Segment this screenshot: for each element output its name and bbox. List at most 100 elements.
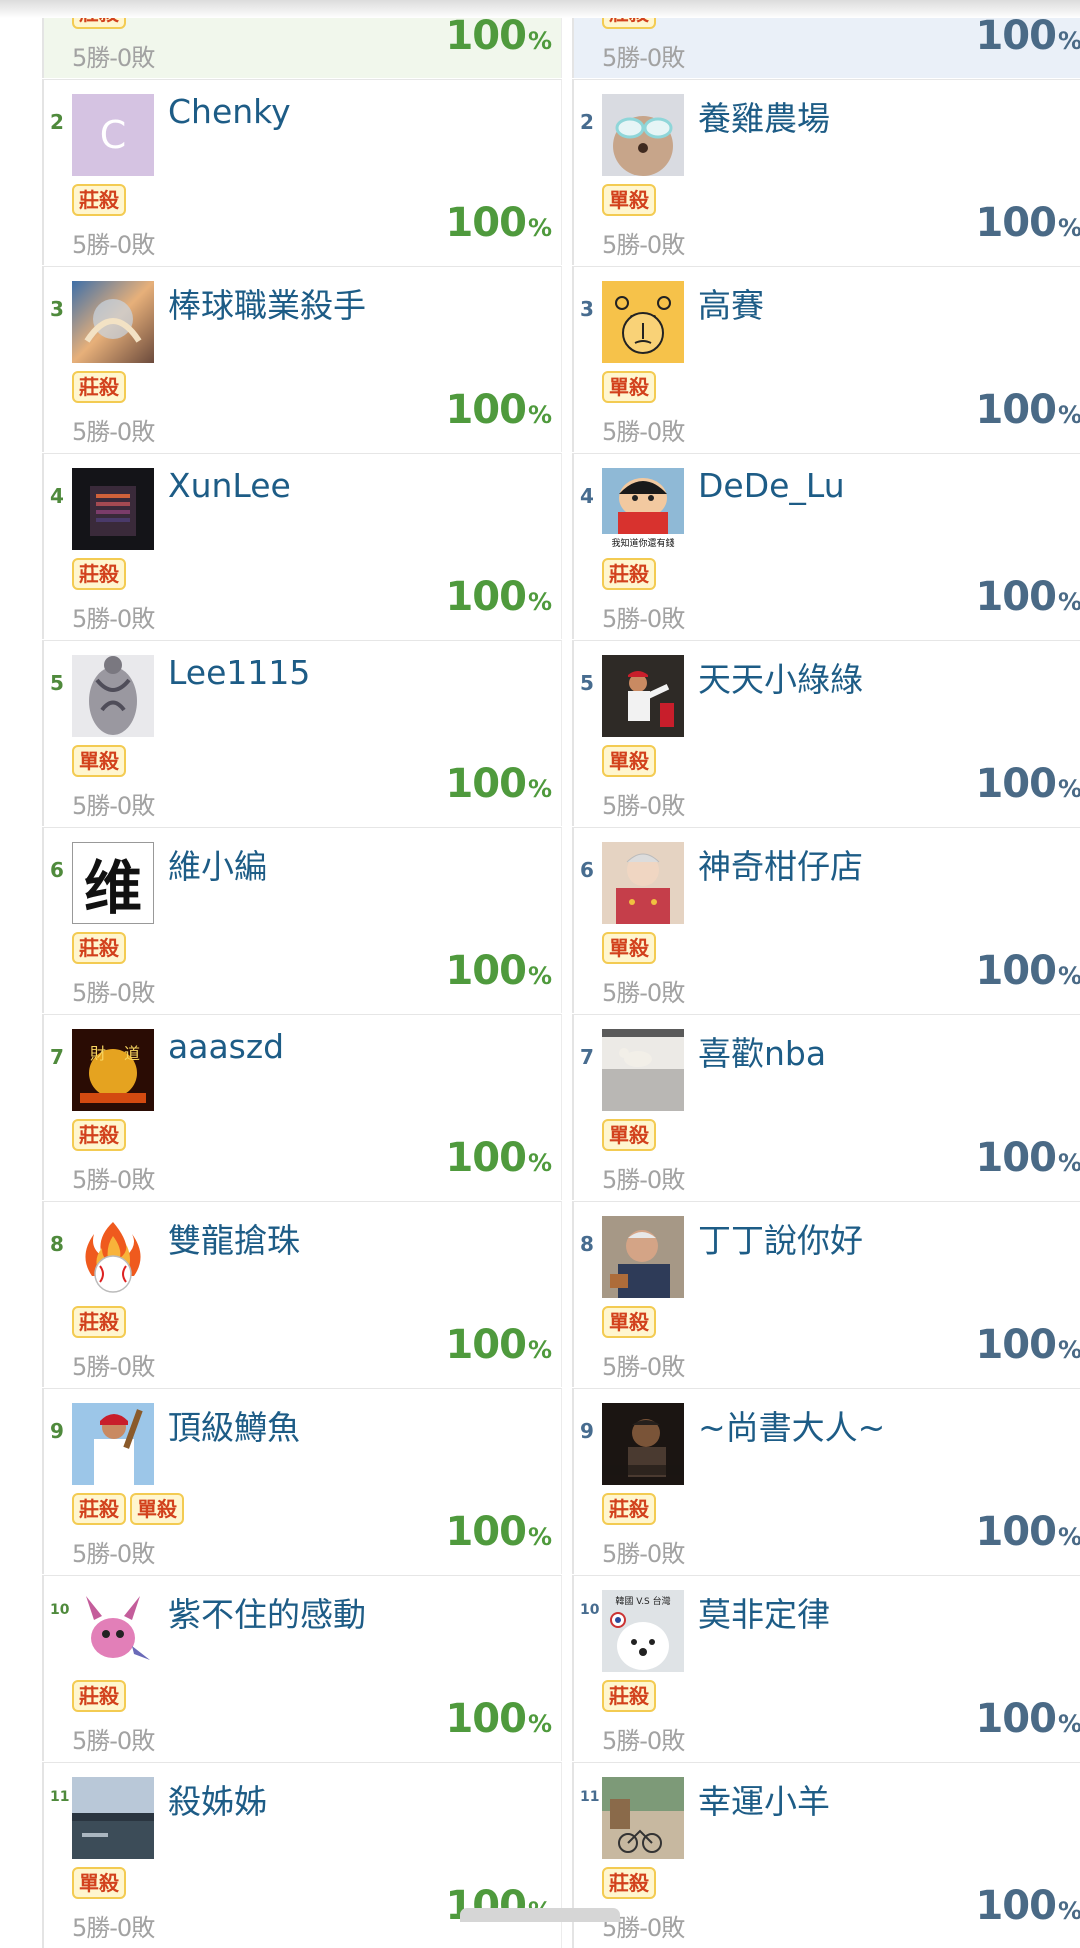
player-name[interactable]: 頂級鱒魚 xyxy=(168,1401,300,1449)
win-rate: 100% xyxy=(975,1883,1080,1929)
rank-number: 2 xyxy=(50,110,64,134)
samoyed-avatar[interactable]: 韓國 V.S 台灣 xyxy=(602,1590,684,1672)
win-rate-value: 100 xyxy=(975,387,1056,433)
win-rate-value: 100 xyxy=(445,200,526,246)
kill-type-badge: 莊殺 xyxy=(602,1493,656,1525)
win-loss-record: 5勝-0敗 xyxy=(72,1353,155,1381)
win-rate-value: 100 xyxy=(445,574,526,620)
player-name[interactable]: 棒球職業殺手 xyxy=(168,279,366,327)
kill-type-badge: 莊殺 xyxy=(72,1493,126,1525)
svg-text:道: 道 xyxy=(124,1044,140,1063)
leaderboard-entry[interactable]: 5 天天小綠綠 單殺 5勝-0敗 100% xyxy=(572,640,1080,826)
win-loss-record: 5勝-0敗 xyxy=(72,1727,155,1755)
leaderboard-entry[interactable]: 9 頂級鱒魚 莊殺 單殺 5勝-0敗 100% xyxy=(42,1388,562,1574)
player-name[interactable]: 殺姊姊 xyxy=(168,1775,267,1823)
leaderboard-entry[interactable]: 8 丁丁說你好 單殺 5勝-0敗 100% xyxy=(572,1201,1080,1387)
win-loss-record: 5勝-0敗 xyxy=(602,418,685,446)
win-rate-value: 100 xyxy=(445,1509,526,1555)
win-loss-record: 5勝-0敗 xyxy=(72,44,155,72)
tattoo-avatar[interactable] xyxy=(72,655,154,737)
player-name[interactable]: aaaszd xyxy=(168,1027,284,1066)
dragon-avatar[interactable] xyxy=(72,281,154,363)
player-name[interactable]: 養雞農場 xyxy=(698,92,830,140)
dark-building-avatar[interactable] xyxy=(72,468,154,550)
street-bike-avatar[interactable] xyxy=(602,1777,684,1859)
player-name[interactable]: DeDe_Lu xyxy=(698,466,845,505)
svg-text:韓國 V.S 台灣: 韓國 V.S 台灣 xyxy=(615,1595,670,1607)
rank-number: 6 xyxy=(50,858,64,882)
percent-sign: % xyxy=(527,775,552,803)
percent-sign: % xyxy=(1057,588,1080,616)
percent-sign: % xyxy=(1057,775,1080,803)
player-name[interactable]: 維小編 xyxy=(168,840,267,888)
calligraphy-avatar[interactable]: 维 xyxy=(72,842,154,924)
pink-creature-avatar[interactable] xyxy=(72,1590,154,1672)
pitcher-avatar[interactable] xyxy=(602,655,684,737)
leaderboard-entry[interactable]: 3 高賽 單殺 5勝-0敗 100% xyxy=(572,266,1080,452)
leaderboard-entry[interactable]: 2 養雞農場 單殺 5勝-0敗 100% xyxy=(572,79,1080,265)
win-loss-record: 5勝-0敗 xyxy=(602,1166,685,1194)
win-rate: 100% xyxy=(975,574,1080,620)
win-loss-record: 5勝-0敗 xyxy=(602,231,685,259)
win-loss-record: 5勝-0敗 xyxy=(602,44,685,72)
leaderboard-entry[interactable]: 6 神奇柑仔店 單殺 5勝-0敗 100% xyxy=(572,827,1080,1013)
win-loss-record: 5勝-0敗 xyxy=(602,1353,685,1381)
player-name[interactable]: Lee1115 xyxy=(168,653,310,692)
leaderboard-entry[interactable]: 3 棒球職業殺手 莊殺 5勝-0敗 100% xyxy=(42,266,562,452)
home-indicator xyxy=(460,1908,620,1922)
rank-number: 4 xyxy=(580,484,594,508)
win-rate-value: 100 xyxy=(975,1696,1056,1742)
player-name[interactable]: 雙龍搶珠 xyxy=(168,1214,300,1262)
player-name[interactable]: 莫非定律 xyxy=(698,1588,830,1636)
leaderboard-entry[interactable]: 11 幸運小羊 莊殺 5勝-0敗 100% xyxy=(572,1762,1080,1948)
flaming-baseball-icon[interactable] xyxy=(72,1216,154,1298)
movie-still-avatar[interactable] xyxy=(602,1403,684,1485)
win-rate-value: 100 xyxy=(445,1135,526,1181)
kill-type-badge: 莊殺 xyxy=(72,1680,126,1712)
percent-sign: % xyxy=(1057,401,1080,429)
leaderboard-entry[interactable]: 9 ~尚書大人~ 莊殺 5勝-0敗 100% xyxy=(572,1388,1080,1574)
player-name[interactable]: 丁丁說你好 xyxy=(698,1214,863,1262)
bear-face-avatar[interactable] xyxy=(602,281,684,363)
leaderboard-entry[interactable]: 2 C Chenky 莊殺 5勝-0敗 100% xyxy=(42,79,562,265)
fortune-avatar[interactable]: 財道 xyxy=(72,1029,154,1111)
leaderboard-entry[interactable]: 4 XunLee 莊殺 5勝-0敗 100% xyxy=(42,453,562,639)
baseball-player-avatar[interactable] xyxy=(72,1403,154,1485)
old-man-avatar[interactable] xyxy=(602,1216,684,1298)
dog-sunglasses-avatar[interactable] xyxy=(602,94,684,176)
dog-floor-avatar[interactable] xyxy=(602,1029,684,1111)
leaderboard-entry[interactable]: 5 Lee1115 單殺 5勝-0敗 100% xyxy=(42,640,562,826)
percent-sign: % xyxy=(527,214,552,242)
player-name[interactable]: 幸運小羊 xyxy=(698,1775,830,1823)
leaderboard-entry[interactable]: 7 喜歡nba 單殺 5勝-0敗 100% xyxy=(572,1014,1080,1200)
letter-c-avatar[interactable]: C xyxy=(72,94,154,176)
player-name[interactable]: Chenky xyxy=(168,92,291,131)
badge-group: 單殺 xyxy=(72,1867,126,1899)
lake-avatar[interactable] xyxy=(72,1777,154,1859)
player-name[interactable]: 天天小綠綠 xyxy=(698,653,863,701)
percent-sign: % xyxy=(527,1710,552,1738)
badge-group: 單殺 xyxy=(72,745,126,777)
player-name[interactable]: 紫不住的感動 xyxy=(168,1588,366,1636)
player-name[interactable]: 神奇柑仔店 xyxy=(698,840,863,888)
leaderboard-entry[interactable]: 7 財道 aaaszd 莊殺 5勝-0敗 100% xyxy=(42,1014,562,1200)
rank-number: 2 xyxy=(580,110,594,134)
player-name[interactable]: 高賽 xyxy=(698,279,764,327)
leaderboard-entry[interactable]: 8 雙龍搶珠 莊殺 5勝-0敗 100% xyxy=(42,1201,562,1387)
leaderboard-entry[interactable]: 10 韓國 V.S 台灣 莫非定律 莊殺 5勝-0敗 100% xyxy=(572,1575,1080,1761)
svg-text:我知道你還有錢: 我知道你還有錢 xyxy=(611,537,674,549)
player-name[interactable]: ~尚書大人~ xyxy=(698,1401,885,1449)
player-name[interactable]: XunLee xyxy=(168,466,291,505)
win-loss-record: 5勝-0敗 xyxy=(72,979,155,1007)
badge-group: 單殺 xyxy=(602,1306,656,1338)
svg-text:C: C xyxy=(100,113,127,157)
player-name[interactable]: 喜歡nba xyxy=(698,1027,826,1075)
leaderboard-entry[interactable]: 10 紫不住的感動 莊殺 5勝-0敗 100% xyxy=(42,1575,562,1761)
badge-group: 莊殺 xyxy=(72,1680,126,1712)
leaderboard-entry[interactable]: 6 维維小編 莊殺 5勝-0敗 100% xyxy=(42,827,562,1013)
kill-type-badge: 莊殺 xyxy=(602,558,656,590)
cartoon-boy-avatar[interactable]: 我知道你還有錢 xyxy=(602,468,684,550)
badge-group: 單殺 xyxy=(602,932,656,964)
leaderboard-entry[interactable]: 4 我知道你還有錢 DeDe_Lu 莊殺 5勝-0敗 100% xyxy=(572,453,1080,639)
old-lady-avatar[interactable] xyxy=(602,842,684,924)
